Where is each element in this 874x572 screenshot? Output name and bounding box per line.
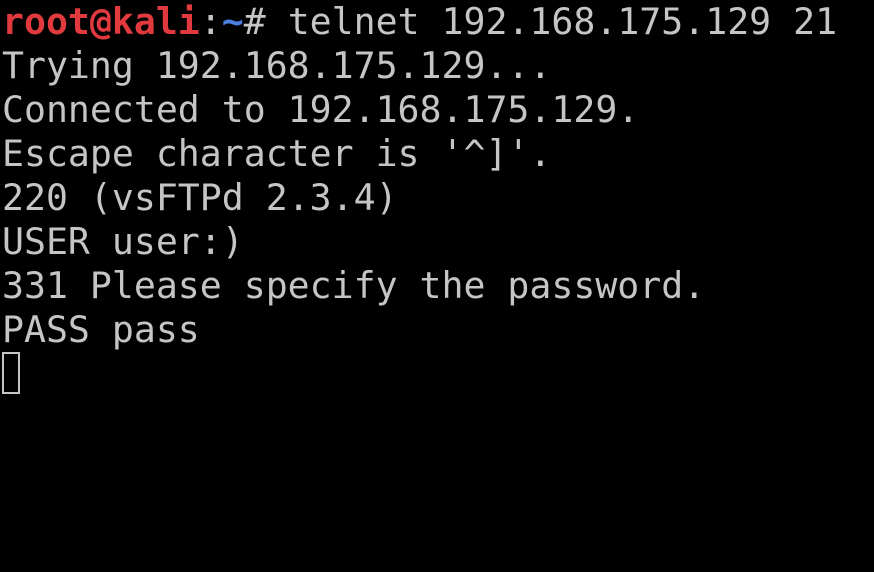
command-prompt-line: root@kali:~# telnet 192.168.175.129 21 <box>2 0 837 44</box>
prompt-symbol: # <box>243 0 288 43</box>
prompt-separator: : <box>199 0 222 43</box>
output-line-user-command: USER user:) <box>2 220 244 263</box>
prompt-path: ~ <box>221 0 244 43</box>
terminal-window[interactable]: root@kali:~# telnet 192.168.175.129 21 T… <box>0 0 874 403</box>
command-text: telnet 192.168.175.129 21 <box>287 0 838 43</box>
output-line-trying: Trying 192.168.175.129... <box>2 44 552 87</box>
output-line-password-request: 331 Please specify the password. <box>2 264 706 307</box>
output-line-connected: Connected to 192.168.175.129. <box>2 88 640 131</box>
output-line-escape-character: Escape character is '^]'. <box>2 132 552 175</box>
output-line-server-banner: 220 (vsFTPd 2.3.4) <box>2 176 398 219</box>
prompt-user-host: root@kali <box>2 0 200 43</box>
terminal-cursor[interactable] <box>2 352 20 394</box>
output-line-pass-command: PASS pass <box>2 308 200 351</box>
